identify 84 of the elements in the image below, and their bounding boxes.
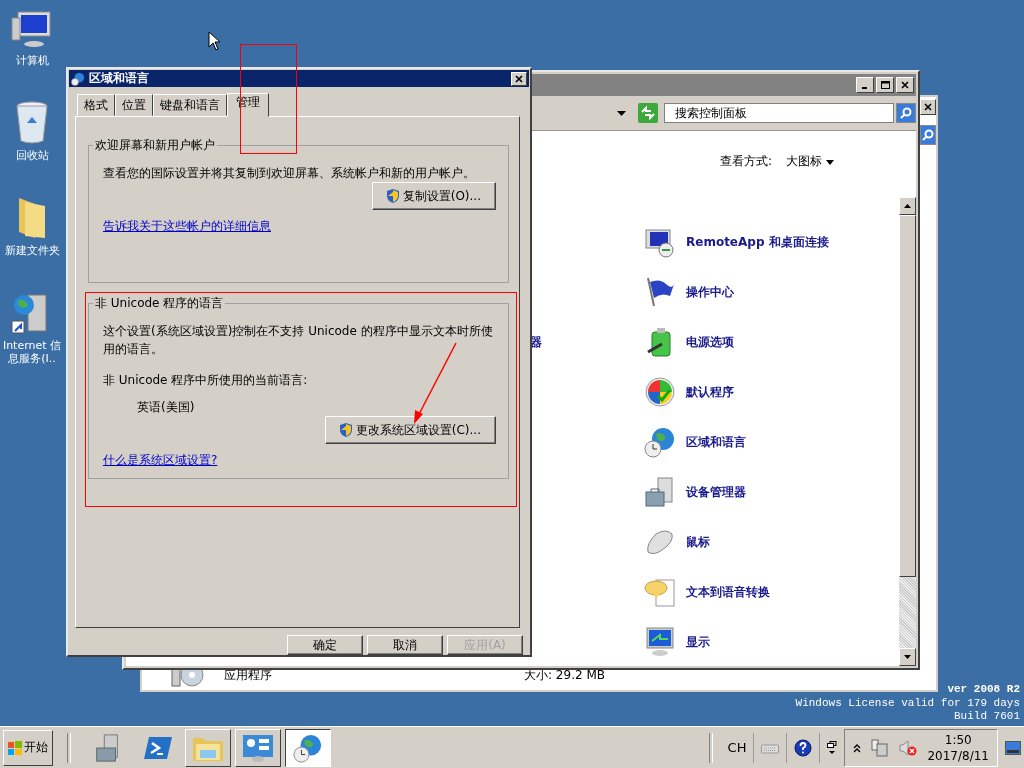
settings-button[interactable]: 更改系统区域设置(C)...: [324, 416, 496, 445]
license-text: ver 2008 R2: [947, 683, 1020, 697]
toolbox-icon[interactable]: [644, 476, 676, 508]
language-indicator[interactable]: CH: [727, 740, 747, 755]
up-arrow-icon: [904, 204, 911, 208]
globe-clock-icon: [71, 71, 85, 86]
help-link[interactable]: 告诉我关于这些帐户的详细信息: [103, 218, 271, 236]
help-link[interactable]: 什么是系统区域设置?: [103, 452, 218, 470]
desktop-icon-label[interactable]: Internet 信息服务(I..: [0, 339, 64, 365]
monitor-icon[interactable]: [644, 226, 676, 258]
desktop-icon-label[interactable]: 回收站: [0, 149, 64, 162]
dialog-button[interactable]: 确定: [287, 635, 363, 655]
license-text: Build 7601: [954, 710, 1020, 724]
monitor-icon[interactable]: [644, 626, 676, 658]
search-icon: [922, 129, 934, 141]
maximize-button[interactable]: [876, 77, 894, 93]
globe-clock-icon[interactable]: [644, 426, 676, 458]
control-panel-item[interactable]: 文本到语音转换: [686, 583, 770, 601]
settings-button[interactable]: 复制设置(O)...: [371, 182, 496, 211]
taskbar-button[interactable]: [285, 728, 331, 767]
flag-icon[interactable]: [644, 276, 676, 308]
close-button[interactable]: [920, 99, 936, 115]
current-language-label: 非 Unicode 程序中所使用的当前语言:: [103, 372, 309, 390]
desktop-icon-label[interactable]: 计算机: [0, 54, 64, 67]
tab[interactable]: 位置: [115, 94, 153, 117]
control-panel-item[interactable]: RemoteApp 和桌面连接: [686, 233, 829, 251]
scroll-thumb[interactable]: [899, 215, 916, 577]
view-by-dropdown[interactable]: 大图标: [786, 153, 834, 170]
windows-logo-icon: [8, 740, 22, 755]
maximize-icon: [880, 81, 890, 89]
minimize-button[interactable]: [856, 77, 874, 93]
close-button[interactable]: [896, 77, 914, 93]
view-by-label: 查看方式:: [720, 153, 773, 170]
mouse-cursor-icon: [208, 31, 221, 51]
control-panel-icon: [242, 733, 274, 762]
refresh-icon[interactable]: [638, 103, 658, 123]
restore-icon[interactable]: [827, 740, 838, 755]
description-text: 这个设置(系统区域设置)控制在不支持 Unicode 的程序中显示文本时所使用的语言。: [103, 323, 494, 359]
terminal-icon: [143, 734, 173, 761]
close-icon: [901, 81, 909, 89]
item-size: 大小: 29.2 MB: [524, 666, 605, 684]
down-arrow-icon: [904, 655, 911, 659]
control-panel-item[interactable]: 操作中心: [686, 283, 734, 301]
clock-date[interactable]: 2017/8/11: [927, 747, 989, 764]
dropdown-arrow-icon: [825, 160, 834, 165]
clock-time[interactable]: 1:50: [944, 731, 972, 748]
control-panel-item[interactable]: 显示: [686, 633, 710, 651]
dropdown-arrow-icon[interactable]: [617, 110, 626, 116]
help-icon[interactable]: [794, 738, 813, 757]
windows-logo-icon[interactable]: [644, 376, 676, 408]
chevron-up-icon[interactable]: [853, 742, 862, 753]
search-icon: [900, 107, 912, 119]
close-icon: [515, 74, 523, 83]
control-panel-item[interactable]: 区域和语言: [686, 433, 746, 451]
close-icon: [924, 103, 932, 111]
show-desktop-icon[interactable]: [1005, 740, 1021, 755]
recycle-bin-icon[interactable]: [15, 101, 49, 145]
current-language-value: 英语(美国): [137, 399, 196, 417]
dialog-button[interactable]: 取消: [367, 635, 443, 655]
search-field[interactable]: 搜索控制面板: [664, 103, 894, 123]
scrollbar[interactable]: [899, 197, 916, 666]
scroll-up-button[interactable]: [899, 197, 916, 215]
computer-icon[interactable]: [10, 10, 54, 50]
control-panel-item[interactable]: 电源选项: [686, 333, 734, 351]
shield-icon: [339, 423, 352, 438]
shield-icon: [386, 189, 399, 204]
group-title: 非 Unicode 程序的语言: [94, 295, 225, 313]
close-button[interactable]: [511, 71, 527, 86]
control-panel-item[interactable]: 设备管理器: [686, 483, 746, 501]
license-text: Windows License valid for 179 days: [795, 696, 1020, 710]
description-text: 查看您的国际设置并将其复制到欢迎屏幕、系统帐户和新的用户帐户。: [103, 165, 476, 183]
start-button[interactable]: 开始: [3, 729, 53, 766]
search-button[interactable]: [920, 125, 936, 145]
control-panel-item[interactable]: 鼠标: [686, 533, 710, 551]
search-button[interactable]: [896, 103, 916, 123]
scroll-down-button[interactable]: [899, 648, 916, 666]
group-title: 欢迎屏幕和新用户帐户: [94, 137, 216, 155]
tab[interactable]: 格式: [77, 94, 115, 117]
globe-clock-icon: [293, 732, 323, 763]
network-icon[interactable]: [871, 738, 890, 757]
window-title: 区域和语言: [89, 70, 150, 88]
desktop-icon-label[interactable]: 新建文件夹: [0, 244, 64, 257]
speaker-muted-icon[interactable]: [899, 738, 918, 757]
control-panel-item[interactable]: 默认程序: [686, 383, 734, 401]
